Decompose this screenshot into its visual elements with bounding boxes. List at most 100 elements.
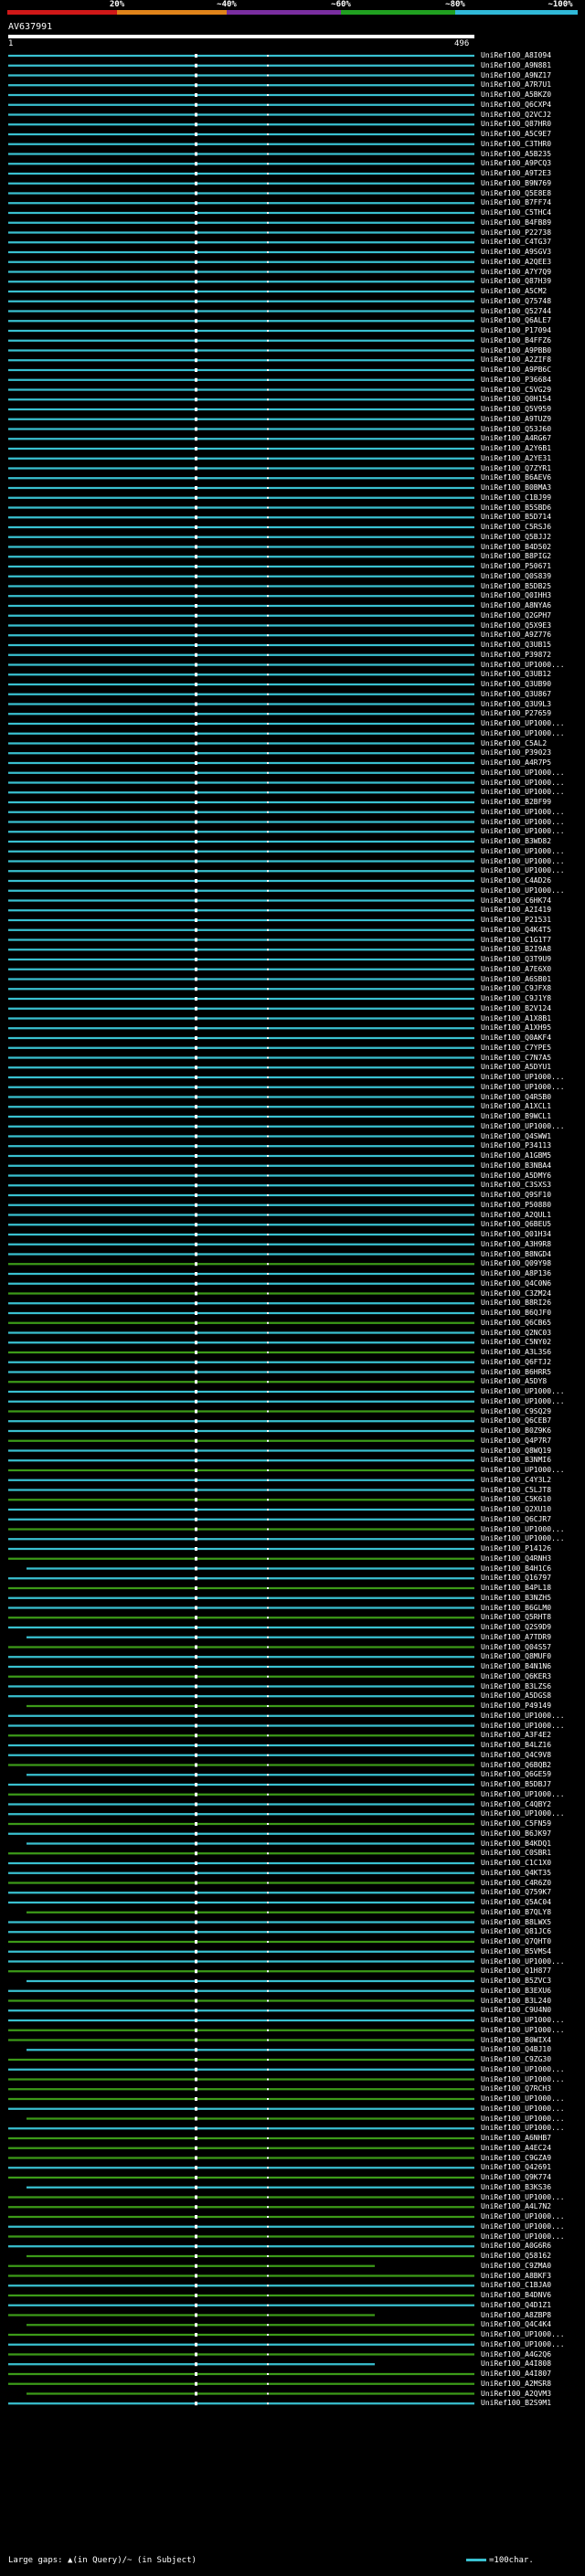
- hit-label[interactable]: UniRef100_Q4BJ10: [481, 2045, 551, 2054]
- hit-label[interactable]: UniRef100_Q01H34: [481, 1230, 551, 1239]
- hit-label[interactable]: UniRef100_A9TUZ9: [481, 415, 551, 424]
- hit-label[interactable]: UniRef100_Q4C9V8: [481, 1751, 551, 1760]
- hit-label[interactable]: UniRef100_B4LZ16: [481, 1741, 551, 1750]
- hit-label[interactable]: UniRef100_Q6CXP4: [481, 101, 551, 110]
- hit-label[interactable]: UniRef100_C4R6Z0: [481, 1879, 551, 1888]
- hit-label[interactable]: UniRef100_B4FFZ6: [481, 336, 551, 345]
- hit-label[interactable]: UniRef100_A2Y6B1: [481, 444, 551, 453]
- hit-label[interactable]: UniRef100_C5THC4: [481, 208, 551, 217]
- hit-label[interactable]: UniRef100_B4H1C6: [481, 1564, 551, 1574]
- hit-label[interactable]: UniRef100_UP1000...: [481, 769, 565, 778]
- hit-label[interactable]: UniRef100_Q2VCJ2: [481, 111, 551, 120]
- hit-label[interactable]: UniRef100_Q7ZYR1: [481, 464, 551, 473]
- hit-label[interactable]: UniRef100_UP1000...: [481, 1957, 565, 1966]
- hit-label[interactable]: UniRef100_B4PL18: [481, 1584, 551, 1593]
- hit-label[interactable]: UniRef100_UP1000...: [481, 1809, 565, 1818]
- hit-label[interactable]: UniRef100_B4FB89: [481, 218, 551, 228]
- hit-label[interactable]: UniRef100_A2QEE3: [481, 258, 551, 267]
- hit-label[interactable]: UniRef100_UP1000...: [481, 1712, 565, 1721]
- hit-label[interactable]: UniRef100_Q3U9L3: [481, 700, 551, 709]
- hit-label[interactable]: UniRef100_B6AEV6: [481, 473, 551, 482]
- hit-label[interactable]: UniRef100_B4DNV6: [481, 2291, 551, 2300]
- hit-label[interactable]: UniRef100_B8LWX5: [481, 1918, 551, 1927]
- hit-label[interactable]: UniRef100_Q6CB65: [481, 1319, 551, 1328]
- hit-label[interactable]: UniRef100_A9Z776: [481, 631, 551, 640]
- hit-label[interactable]: UniRef100_Q75748: [481, 297, 551, 306]
- hit-label[interactable]: UniRef100_B8RI26: [481, 1299, 551, 1308]
- hit-label[interactable]: UniRef100_UP1000...: [481, 2016, 565, 2025]
- hit-label[interactable]: UniRef100_A3L3S6: [481, 1348, 551, 1357]
- hit-label[interactable]: UniRef100_Q53J60: [481, 425, 551, 434]
- hit-label[interactable]: UniRef100_A1XCL1: [481, 1102, 551, 1111]
- hit-label[interactable]: UniRef100_P21531: [481, 916, 551, 925]
- hit-label[interactable]: UniRef100_C5K610: [481, 1495, 551, 1504]
- hit-label[interactable]: UniRef100_Q6ALE7: [481, 316, 551, 325]
- hit-label[interactable]: UniRef100_UP1000...: [481, 2065, 565, 2074]
- hit-label[interactable]: UniRef100_A4EC24: [481, 2144, 551, 2153]
- hit-label[interactable]: UniRef100_UP1000...: [481, 1466, 565, 1475]
- hit-label[interactable]: UniRef100_A9T2E3: [481, 169, 551, 178]
- hit-label[interactable]: UniRef100_Q87H39: [481, 277, 551, 286]
- hit-label[interactable]: UniRef100_B0BMA3: [481, 483, 551, 493]
- hit-label[interactable]: UniRef100_UP1000...: [481, 1122, 565, 1131]
- hit-label[interactable]: UniRef100_C9SQ29: [481, 1407, 551, 1416]
- hit-label[interactable]: UniRef100_B9N769: [481, 179, 551, 188]
- hit-label[interactable]: UniRef100_Q2XU10: [481, 1505, 551, 1514]
- hit-label[interactable]: UniRef100_Q5AC04: [481, 1898, 551, 1907]
- hit-label[interactable]: UniRef100_A9PCQ3: [481, 159, 551, 168]
- hit-label[interactable]: UniRef100_A8I094: [481, 51, 551, 60]
- hit-label[interactable]: UniRef100_A4G2Q6: [481, 2350, 551, 2359]
- hit-label[interactable]: UniRef100_B2I9A8: [481, 945, 551, 954]
- hit-label[interactable]: UniRef100_B4N1N6: [481, 1662, 551, 1671]
- hit-label[interactable]: UniRef100_A6NHB7: [481, 2134, 551, 2143]
- hit-label[interactable]: UniRef100_B2V124: [481, 1004, 551, 1013]
- hit-label[interactable]: UniRef100_A3F4E2: [481, 1731, 551, 1740]
- hit-label[interactable]: UniRef100_B8NGD4: [481, 1250, 551, 1259]
- hit-label[interactable]: UniRef100_A7TDR9: [481, 1633, 551, 1642]
- hit-label[interactable]: UniRef100_C1G1T7: [481, 936, 551, 945]
- hit-label[interactable]: UniRef100_Q5BJJ2: [481, 533, 551, 542]
- hit-label[interactable]: UniRef100_C5NY02: [481, 1338, 551, 1347]
- hit-label[interactable]: UniRef100_Q759K7: [481, 1888, 551, 1897]
- hit-label[interactable]: UniRef100_Q1H877: [481, 1966, 551, 1976]
- hit-label[interactable]: UniRef100_B5DBJ7: [481, 1780, 551, 1789]
- hit-label[interactable]: UniRef100_A1GBM5: [481, 1151, 551, 1161]
- hit-label[interactable]: UniRef100_UP1000...: [481, 827, 565, 836]
- hit-label[interactable]: UniRef100_C1BJA0: [481, 2281, 551, 2290]
- hit-label[interactable]: UniRef100_A2QVM3: [481, 2390, 551, 2399]
- hit-label[interactable]: UniRef100_B2S9M1: [481, 2399, 551, 2408]
- hit-label[interactable]: UniRef100_Q4C0N6: [481, 1279, 551, 1288]
- hit-label[interactable]: UniRef100_A5C9E7: [481, 130, 551, 139]
- hit-label[interactable]: UniRef100_B0WIX4: [481, 2036, 551, 2045]
- hit-label[interactable]: UniRef100_B5DB25: [481, 582, 551, 591]
- hit-label[interactable]: UniRef100_A7R7U1: [481, 80, 551, 90]
- hit-label[interactable]: UniRef100_Q5E8E8: [481, 189, 551, 198]
- hit-label[interactable]: UniRef100_A0G6R6: [481, 2242, 551, 2251]
- hit-label[interactable]: UniRef100_A7Y7Q9: [481, 268, 551, 277]
- hit-label[interactable]: UniRef100_Q4SWW1: [481, 1132, 551, 1141]
- hit-label[interactable]: UniRef100_A8P136: [481, 1269, 551, 1278]
- hit-label[interactable]: UniRef100_A5DY8: [481, 1377, 547, 1386]
- hit-label[interactable]: UniRef100_P39872: [481, 651, 551, 660]
- hit-label[interactable]: UniRef100_A1XH95: [481, 1023, 551, 1033]
- hit-label[interactable]: UniRef100_Q4P7R7: [481, 1436, 551, 1446]
- hit-label[interactable]: UniRef100_B6HRR5: [481, 1368, 551, 1377]
- hit-label[interactable]: UniRef100_Q3UB15: [481, 641, 551, 650]
- hit-label[interactable]: UniRef100_UP1000...: [481, 1790, 565, 1799]
- hit-label[interactable]: UniRef100_Q4RNH3: [481, 1554, 551, 1564]
- hit-label[interactable]: UniRef100_Q4C4K4: [481, 2320, 551, 2329]
- hit-label[interactable]: UniRef100_C1BJ99: [481, 493, 551, 503]
- hit-label[interactable]: UniRef100_UP1000...: [481, 2094, 565, 2104]
- hit-label[interactable]: UniRef100_C5AL2: [481, 739, 547, 748]
- hit-label[interactable]: UniRef100_B3NBA4: [481, 1161, 551, 1171]
- hit-label[interactable]: UniRef100_A2MSR8: [481, 2380, 551, 2389]
- hit-label[interactable]: UniRef100_C7YPE5: [481, 1044, 551, 1053]
- hit-label[interactable]: UniRef100_Q0AKF4: [481, 1034, 551, 1043]
- hit-label[interactable]: UniRef100_UP1000...: [481, 866, 565, 875]
- hit-label[interactable]: UniRef100_UP1000...: [481, 2232, 565, 2242]
- hit-label[interactable]: UniRef100_A5CM2: [481, 287, 547, 296]
- hit-label[interactable]: UniRef100_Q3UB12: [481, 670, 551, 679]
- hit-label[interactable]: UniRef100_B5ZVC3: [481, 1977, 551, 1986]
- hit-label[interactable]: UniRef100_A9PB6C: [481, 366, 551, 375]
- hit-label[interactable]: UniRef100_P22738: [481, 228, 551, 238]
